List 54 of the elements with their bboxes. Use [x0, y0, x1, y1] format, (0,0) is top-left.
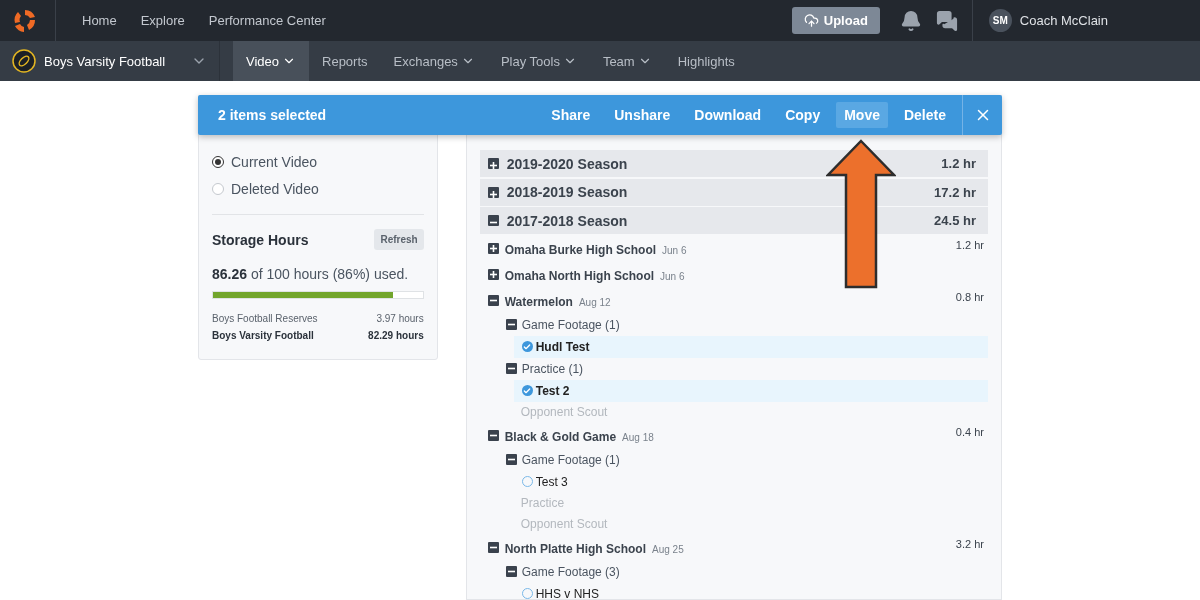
nav-link[interactable]: Explore: [128, 13, 197, 28]
folder-name[interactable]: Game Footage (1): [521, 452, 620, 467]
season-row[interactable]: 2018-2019 Season 17.2 hr: [479, 178, 988, 206]
folder-name[interactable]: Game Footage (3): [521, 564, 620, 579]
season-hours: 17.2 hr: [934, 184, 976, 200]
refresh-button[interactable]: Refresh: [374, 229, 424, 250]
video-row[interactable]: Hudl Test: [513, 335, 988, 358]
game-hours: 1.2 hr: [955, 238, 984, 251]
season-name: 2019-2020 Season: [506, 155, 628, 172]
game-name[interactable]: Omaha North High School: [504, 268, 655, 283]
team-selector[interactable]: Boys Varsity Football: [0, 41, 220, 81]
nav-tab[interactable]: Video: [233, 41, 309, 81]
season-hours: 1.2 hr: [941, 156, 976, 171]
game-date: Aug 12: [578, 296, 611, 308]
video-row[interactable]: HHS v NHS: [513, 582, 988, 599]
game-hours: 0.4 hr: [955, 425, 984, 438]
game-name[interactable]: Watermelon: [504, 294, 573, 309]
game-name[interactable]: Omaha Burke High School: [504, 242, 657, 257]
season-name: 2017-2018 Season: [506, 212, 628, 229]
video-row[interactable]: Test 3: [513, 470, 988, 493]
nav-tab[interactable]: Reports: [309, 41, 381, 81]
game-date: Jun 6: [662, 244, 687, 256]
season-row[interactable]: 2019-2020 Season 1.2 hr: [479, 150, 988, 177]
team-hours: 3.97 hours: [376, 313, 424, 326]
game-name[interactable]: Black & Gold Game: [504, 429, 617, 444]
season-hours: 24.5 hr: [934, 213, 976, 228]
video-row[interactable]: Test 2: [513, 379, 988, 402]
game-hours: 0.8 hr: [955, 290, 984, 303]
storage-usage: 86.26 of 100 hours (86%) used.: [212, 266, 410, 282]
team-hours: 82.29 hours: [368, 330, 424, 343]
game-date: Aug 18: [622, 431, 654, 443]
view-radio[interactable]: Deleted Video: [212, 175, 424, 202]
team-name: Boys Varsity Football: [212, 330, 314, 343]
game-date: Jun 6: [660, 270, 685, 282]
selection-count: 2 items selected: [218, 107, 327, 123]
user-avatar[interactable]: SM: [988, 9, 1012, 32]
game-name[interactable]: North Platte High School: [504, 541, 647, 556]
season-row[interactable]: 2017-2018 Season 24.5 hr: [479, 207, 988, 234]
season-name: 2018-2019 Season: [506, 184, 628, 200]
storage-title: Storage Hours: [212, 231, 309, 248]
nav-tab[interactable]: Highlights: [664, 41, 748, 81]
upload-button[interactable]: Upload: [791, 7, 880, 34]
folder-name[interactable]: Game Footage (1): [521, 317, 620, 332]
game-hours: 3.2 hr: [955, 537, 984, 550]
nav-tab[interactable]: Play Tools: [487, 41, 590, 81]
nav-tab[interactable]: Exchanges: [380, 41, 488, 81]
nav-link[interactable]: Home: [70, 13, 129, 28]
view-radio[interactable]: Current Video: [212, 148, 424, 175]
folder-name[interactable]: Practice (1): [521, 361, 584, 376]
team-name: Boys Football Reserves: [212, 313, 318, 326]
user-name[interactable]: Coach McClain: [1019, 13, 1108, 28]
game-date: Aug 25: [652, 543, 684, 555]
nav-tab[interactable]: Team: [589, 41, 665, 81]
nav-link[interactable]: Performance Center: [196, 13, 338, 28]
